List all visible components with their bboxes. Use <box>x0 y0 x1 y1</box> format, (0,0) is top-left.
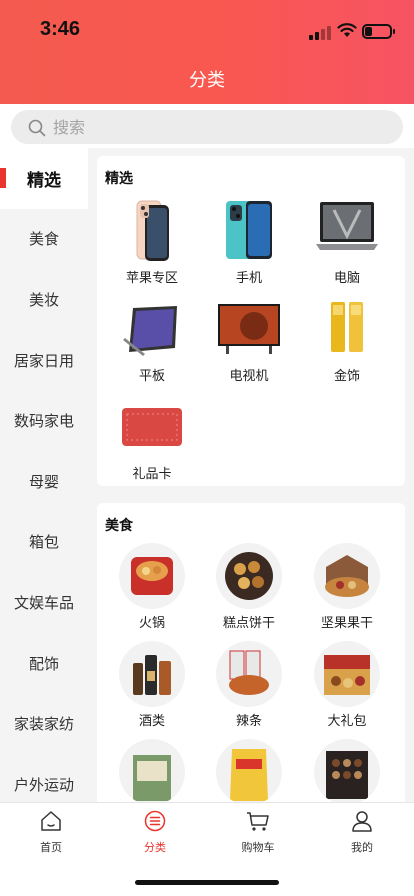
grid-item-spicy-snack[interactable]: 辣条 <box>201 641 297 729</box>
tab-home[interactable]: 首页 <box>11 809 91 855</box>
item-label: 大礼包 <box>327 714 367 729</box>
hotpot-icon <box>119 543 185 609</box>
sidebar-item-home-daily[interactable]: 居家日用 <box>0 330 88 391</box>
status-time: 3:46 <box>40 18 81 40</box>
search-icon <box>28 119 46 137</box>
sidebar-item-label: 户外运动 <box>13 775 74 794</box>
item-label: 手机 <box>235 271 262 286</box>
tab-label: 首页 <box>40 841 62 854</box>
wifi-icon <box>337 23 357 37</box>
cookies-icon <box>216 543 282 609</box>
section-title: 美食 <box>105 518 133 534</box>
iphone-icon <box>119 198 185 264</box>
grid-item-chocolate[interactable] <box>299 739 395 802</box>
battery-icon <box>362 24 395 39</box>
header: 3:46 分类 <box>0 0 414 104</box>
sidebar-item-baby[interactable]: 母婴 <box>0 451 88 512</box>
item-label: 辣条 <box>235 714 262 729</box>
grid-item-gift-card[interactable]: 礼品卡 <box>104 394 200 482</box>
tea-box-icon <box>119 739 185 802</box>
sidebar-item-entertainment-auto[interactable]: 文娱车品 <box>0 572 88 633</box>
tv-icon <box>216 296 282 362</box>
sidebar-item-label: 配饰 <box>28 654 59 673</box>
home-indicator[interactable] <box>135 880 279 885</box>
item-label: 坚果果干 <box>320 616 373 631</box>
sidebar-item-bags[interactable]: 箱包 <box>0 512 88 573</box>
sidebar-item-label: 美食 <box>28 230 59 249</box>
sidebar-item-label: 文娱车品 <box>13 593 74 612</box>
sidebar-item-label: 家装家纺 <box>13 715 74 734</box>
gift-box-icon <box>314 641 380 707</box>
item-label: 礼品卡 <box>132 467 172 482</box>
sidebar-item-digital[interactable]: 数码家电 <box>0 390 88 451</box>
grid-item-chips[interactable] <box>201 739 297 802</box>
grid-item-tea[interactable] <box>104 739 200 802</box>
item-label: 酒类 <box>138 714 165 729</box>
item-label: 火锅 <box>138 616 165 631</box>
grid-item-computer[interactable]: 电脑 <box>299 198 395 286</box>
grid-item-tablet[interactable]: 平板 <box>104 296 200 384</box>
section-food: 美食 火锅 糕点饼干 坚果果干 酒类 辣条 大礼包 <box>97 503 405 802</box>
search-bar <box>0 104 414 148</box>
sidebar-item-label: 箱包 <box>28 533 59 552</box>
tab-cart[interactable]: 购物车 <box>218 809 298 855</box>
item-label: 电脑 <box>333 271 360 286</box>
item-label: 糕点饼干 <box>222 616 275 631</box>
sidebar-item-label: 母婴 <box>28 472 59 491</box>
sidebar-item-food[interactable]: 美食 <box>0 209 88 270</box>
tab-label: 我的 <box>351 841 373 854</box>
tab-category[interactable]: 分类 <box>115 809 195 855</box>
category-content: 精选 苹果专区 手机 电脑 平板 电视机 金饰 礼品卡 美食 火锅 糕点饼干 坚… <box>88 148 414 802</box>
grid-item-phone[interactable]: 手机 <box>201 198 297 286</box>
item-label: 电视机 <box>229 369 269 384</box>
sidebar-item-label: 居家日用 <box>13 351 74 370</box>
laptop-icon <box>314 198 380 264</box>
grid-item-gift-pack[interactable]: 大礼包 <box>299 641 395 729</box>
cellular-signal-icon <box>309 24 331 40</box>
nuts-icon <box>314 543 380 609</box>
sidebar-item-accessories[interactable]: 配饰 <box>0 633 88 694</box>
gift-card-icon <box>119 394 185 460</box>
category-sidebar: 精选 美食 美妆 居家日用 数码家电 母婴 箱包 文娱车品 配饰 家装家纺 户外… <box>0 148 88 802</box>
item-label: 平板 <box>138 369 165 384</box>
cart-icon <box>247 812 269 831</box>
sidebar-item-label: 精选 <box>27 170 61 191</box>
sidebar-item-label: 数码家电 <box>13 412 74 431</box>
category-icon <box>144 810 166 832</box>
section-featured: 精选 苹果专区 手机 电脑 平板 电视机 金饰 礼品卡 <box>97 156 405 486</box>
user-icon <box>352 811 372 832</box>
item-label: 苹果专区 <box>125 271 178 286</box>
sidebar-item-beauty[interactable]: 美妆 <box>0 269 88 330</box>
tab-label: 购物车 <box>241 841 275 854</box>
tablet-icon <box>119 296 185 362</box>
sidebar-item-home-textile[interactable]: 家装家纺 <box>0 693 88 754</box>
search-box[interactable] <box>11 110 403 144</box>
page-title: 分类 <box>189 70 225 91</box>
section-title: 精选 <box>105 171 133 187</box>
item-label: 金饰 <box>333 369 360 384</box>
sidebar-item-featured[interactable]: 精选 <box>0 148 88 209</box>
grid-item-liquor[interactable]: 酒类 <box>104 641 200 729</box>
home-icon <box>41 811 61 831</box>
grid-item-hotpot[interactable]: 火锅 <box>104 543 200 631</box>
sidebar-item-label: 美妆 <box>28 290 59 309</box>
tab-profile[interactable]: 我的 <box>322 809 402 855</box>
grid-item-nuts[interactable]: 坚果果干 <box>299 543 395 631</box>
sidebar-item-outdoor[interactable]: 户外运动 <box>0 754 88 802</box>
liquor-icon <box>119 641 185 707</box>
grid-item-cookies[interactable]: 糕点饼干 <box>201 543 297 631</box>
chips-icon <box>216 739 282 802</box>
phone-icon <box>216 198 282 264</box>
status-bar: 3:46 <box>0 0 414 60</box>
tab-label: 分类 <box>144 841 166 854</box>
grid-item-tv[interactable]: 电视机 <box>201 296 297 384</box>
search-input[interactable] <box>53 110 383 144</box>
grid-item-apple[interactable]: 苹果专区 <box>104 198 200 286</box>
grid-item-gold[interactable]: 金饰 <box>299 296 395 384</box>
spicy-snack-icon <box>216 641 282 707</box>
gold-bar-icon <box>314 296 380 362</box>
chocolate-box-icon <box>314 739 380 802</box>
